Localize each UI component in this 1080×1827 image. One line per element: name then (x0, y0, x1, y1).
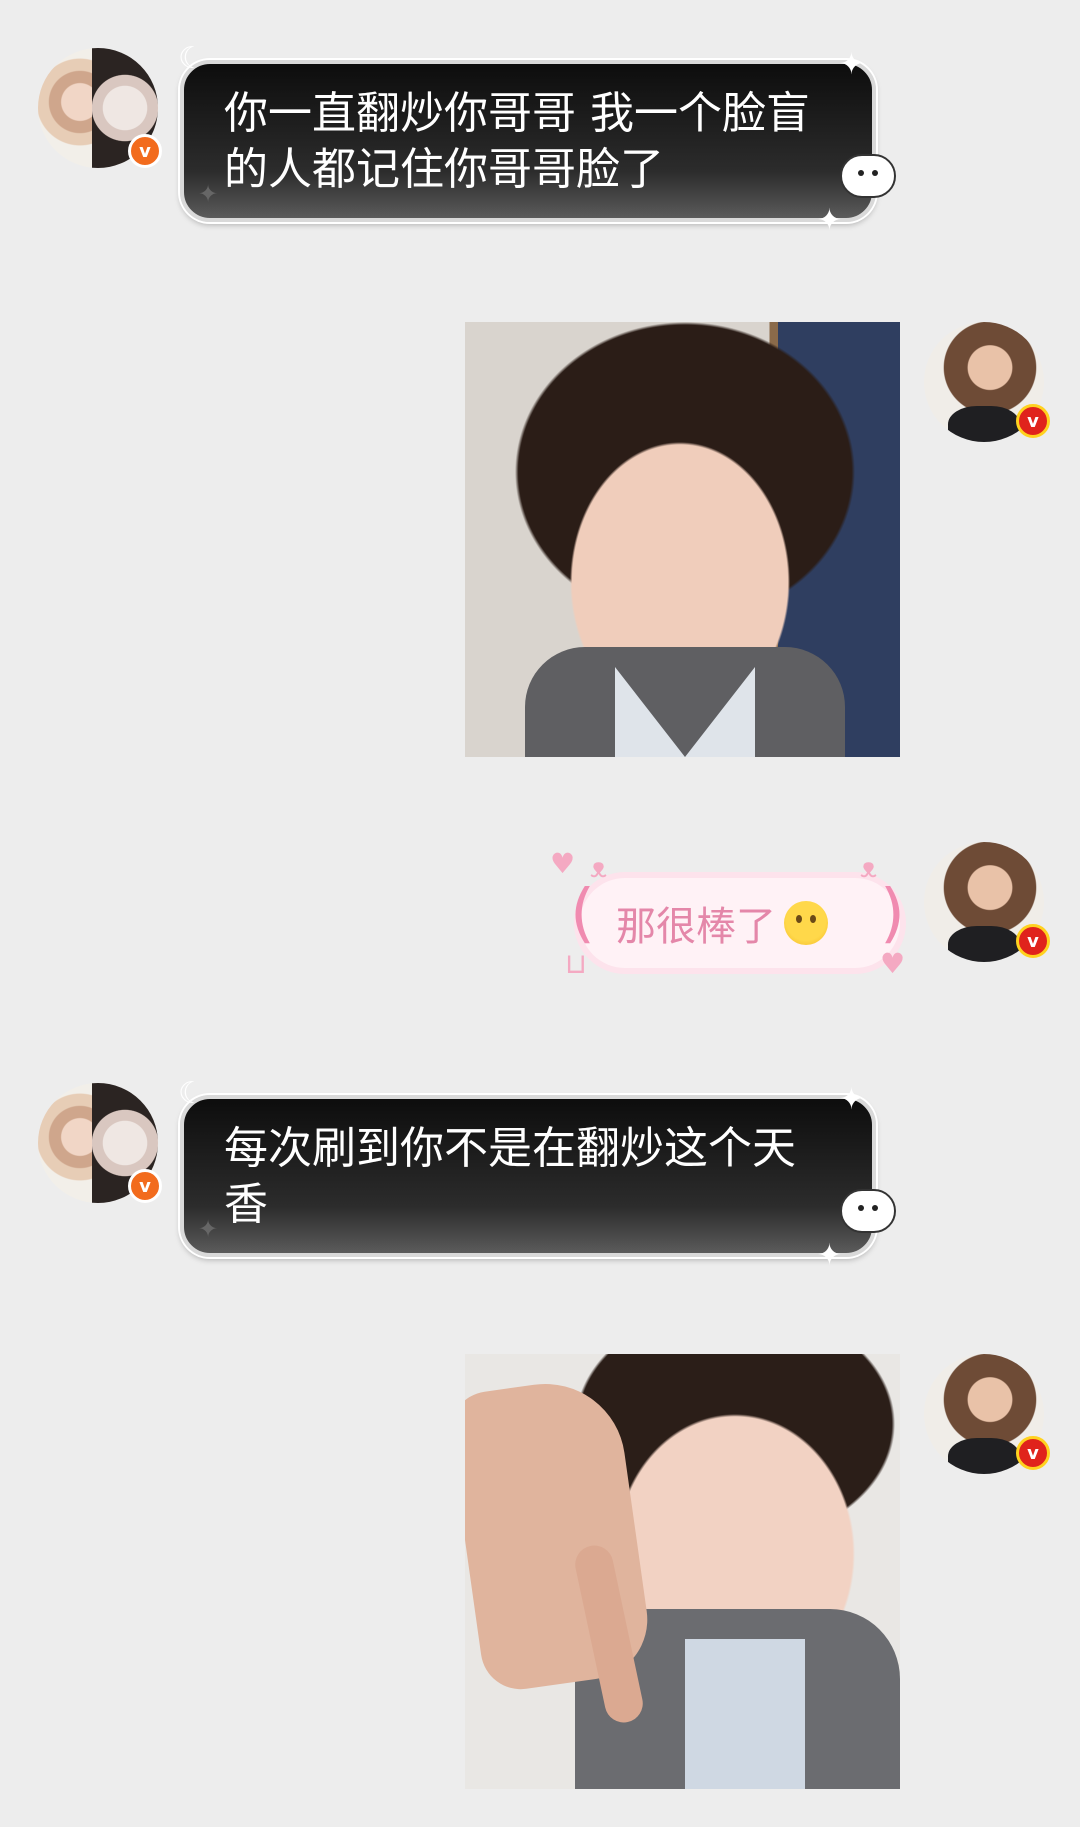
message-row: 那很棒了 ( ) ♥ ᴥ ᴥ ♥ ⊔ v (0, 840, 1080, 1000)
message-row: v 你一直翻炒你哥哥 我一个脸盲的人都记住你哥哥脸了 ☾ ✦ ✦ ✦ (0, 40, 1080, 240)
moon-icon: ☾ (178, 41, 205, 76)
avatar[interactable]: v (924, 322, 1050, 442)
puppy-sticker-icon (840, 154, 896, 198)
bracket-left-icon: ( (570, 877, 595, 951)
message-text: 你一直翻炒你哥哥 我一个脸盲的人都记住你哥哥脸了 (224, 88, 810, 195)
sparkle-icon: ✦ (198, 180, 219, 208)
message-text: 每次刷到你不是在翻炒这个天香 (224, 1123, 796, 1230)
message-photo[interactable] (465, 1354, 900, 1789)
verified-badge-icon: v (128, 1169, 162, 1203)
sparkle-icon: ✦ (198, 1215, 219, 1243)
bracket-right-icon: ) (880, 877, 905, 951)
avatar[interactable]: v (924, 1354, 1050, 1474)
message-row: v (0, 1352, 1080, 1792)
verified-badge-icon: v (1016, 1436, 1050, 1470)
avatar[interactable]: v (924, 842, 1050, 962)
star-icon: ✦ (816, 203, 842, 238)
avatar[interactable]: v (38, 1083, 162, 1203)
message-text: 那很棒了 (616, 904, 776, 950)
avatar[interactable]: v (38, 48, 162, 168)
pleading-face-icon (784, 901, 828, 945)
verified-badge-icon: v (1016, 924, 1050, 958)
puppy-sticker-icon (840, 1189, 896, 1233)
cup-icon: ⊔ (565, 947, 587, 980)
message-photo[interactable] (465, 322, 900, 757)
heart-icon: ♥ (880, 947, 906, 980)
star-icon: ✦ (816, 1238, 842, 1273)
sticker-bubble[interactable]: 那很棒了 (580, 878, 900, 968)
message-bubble[interactable]: 每次刷到你不是在翻炒这个天香 ☾ ✦ ✦ ✦ (178, 1079, 896, 1271)
sparkle-icon: ✦ (838, 1082, 864, 1117)
heart-icon: ♥ (550, 847, 576, 880)
photo-content (685, 1639, 805, 1789)
moon-icon: ☾ (178, 1076, 205, 1111)
verified-badge-icon: v (128, 134, 162, 168)
message-row: v 每次刷到你不是在翻炒这个天香 ☾ ✦ ✦ ✦ (0, 1075, 1080, 1275)
bunny-ears-icon: ᴥ (590, 851, 607, 884)
message-bubble[interactable]: 你一直翻炒你哥哥 我一个脸盲的人都记住你哥哥脸了 ☾ ✦ ✦ ✦ (178, 44, 896, 236)
photo-content (525, 647, 845, 757)
sparkle-icon: ✦ (838, 47, 864, 82)
verified-badge-icon: v (1016, 404, 1050, 438)
message-row: v (0, 320, 1080, 760)
bunny-ears-icon: ᴥ (860, 851, 877, 884)
